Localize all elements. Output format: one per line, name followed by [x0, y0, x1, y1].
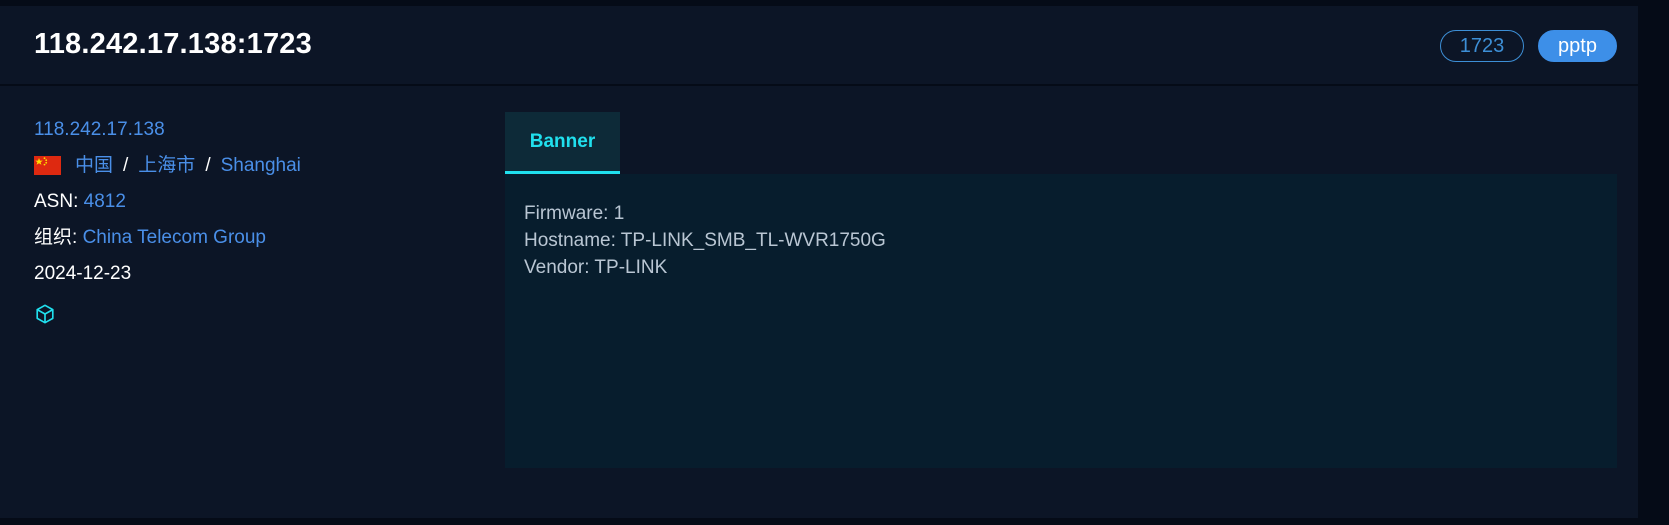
banner-panel: Firmware: 1 Hostname: TP-LINK_SMB_TL-WVR…	[505, 174, 1617, 468]
location-row: 中国 / 上海市 / Shanghai	[34, 148, 301, 184]
host-title[interactable]: 118.242.17.138:1723	[34, 28, 312, 61]
asn-label: ASN:	[34, 191, 79, 212]
banner-text: Firmware: 1 Hostname: TP-LINK_SMB_TL-WVR…	[524, 200, 886, 281]
host-info: 118.242.17.138 中国 / 上海市 / Shanghai ASN: 4812…	[34, 112, 301, 328]
port-tag[interactable]: 1723	[1440, 30, 1524, 62]
org-link[interactable]: China Telecom Group	[83, 227, 266, 248]
result-card: 118.242.17.138:1723 1723 pptp 118.242.17…	[0, 6, 1638, 518]
banner-line: Hostname: TP-LINK_SMB_TL-WVR1750G	[524, 230, 886, 251]
location-separator: /	[123, 155, 129, 176]
banner-line: Vendor: TP-LINK	[524, 257, 668, 278]
ip-link[interactable]: 118.242.17.138	[34, 119, 165, 140]
city-link[interactable]: Shanghai	[221, 155, 301, 176]
card-header: 118.242.17.138:1723 1723 pptp	[0, 6, 1638, 86]
org-label: 组织:	[34, 227, 78, 248]
asn-link[interactable]: 4812	[84, 191, 126, 212]
protocol-tag[interactable]: pptp	[1538, 30, 1617, 62]
detail-tabs: Banner	[505, 112, 1617, 174]
cube-icon[interactable]	[34, 302, 58, 326]
date-text: 2024-12-23	[34, 263, 132, 284]
tab-banner[interactable]: Banner	[505, 112, 620, 174]
china-flag-icon	[34, 156, 61, 175]
banner-line: Firmware: 1	[524, 203, 625, 224]
region-link[interactable]: 上海市	[138, 155, 195, 176]
asn-row: ASN: 4812	[34, 184, 301, 220]
org-row: 组织: China Telecom Group	[34, 220, 301, 256]
country-link[interactable]: 中国	[75, 155, 113, 176]
location-separator: /	[205, 155, 211, 176]
